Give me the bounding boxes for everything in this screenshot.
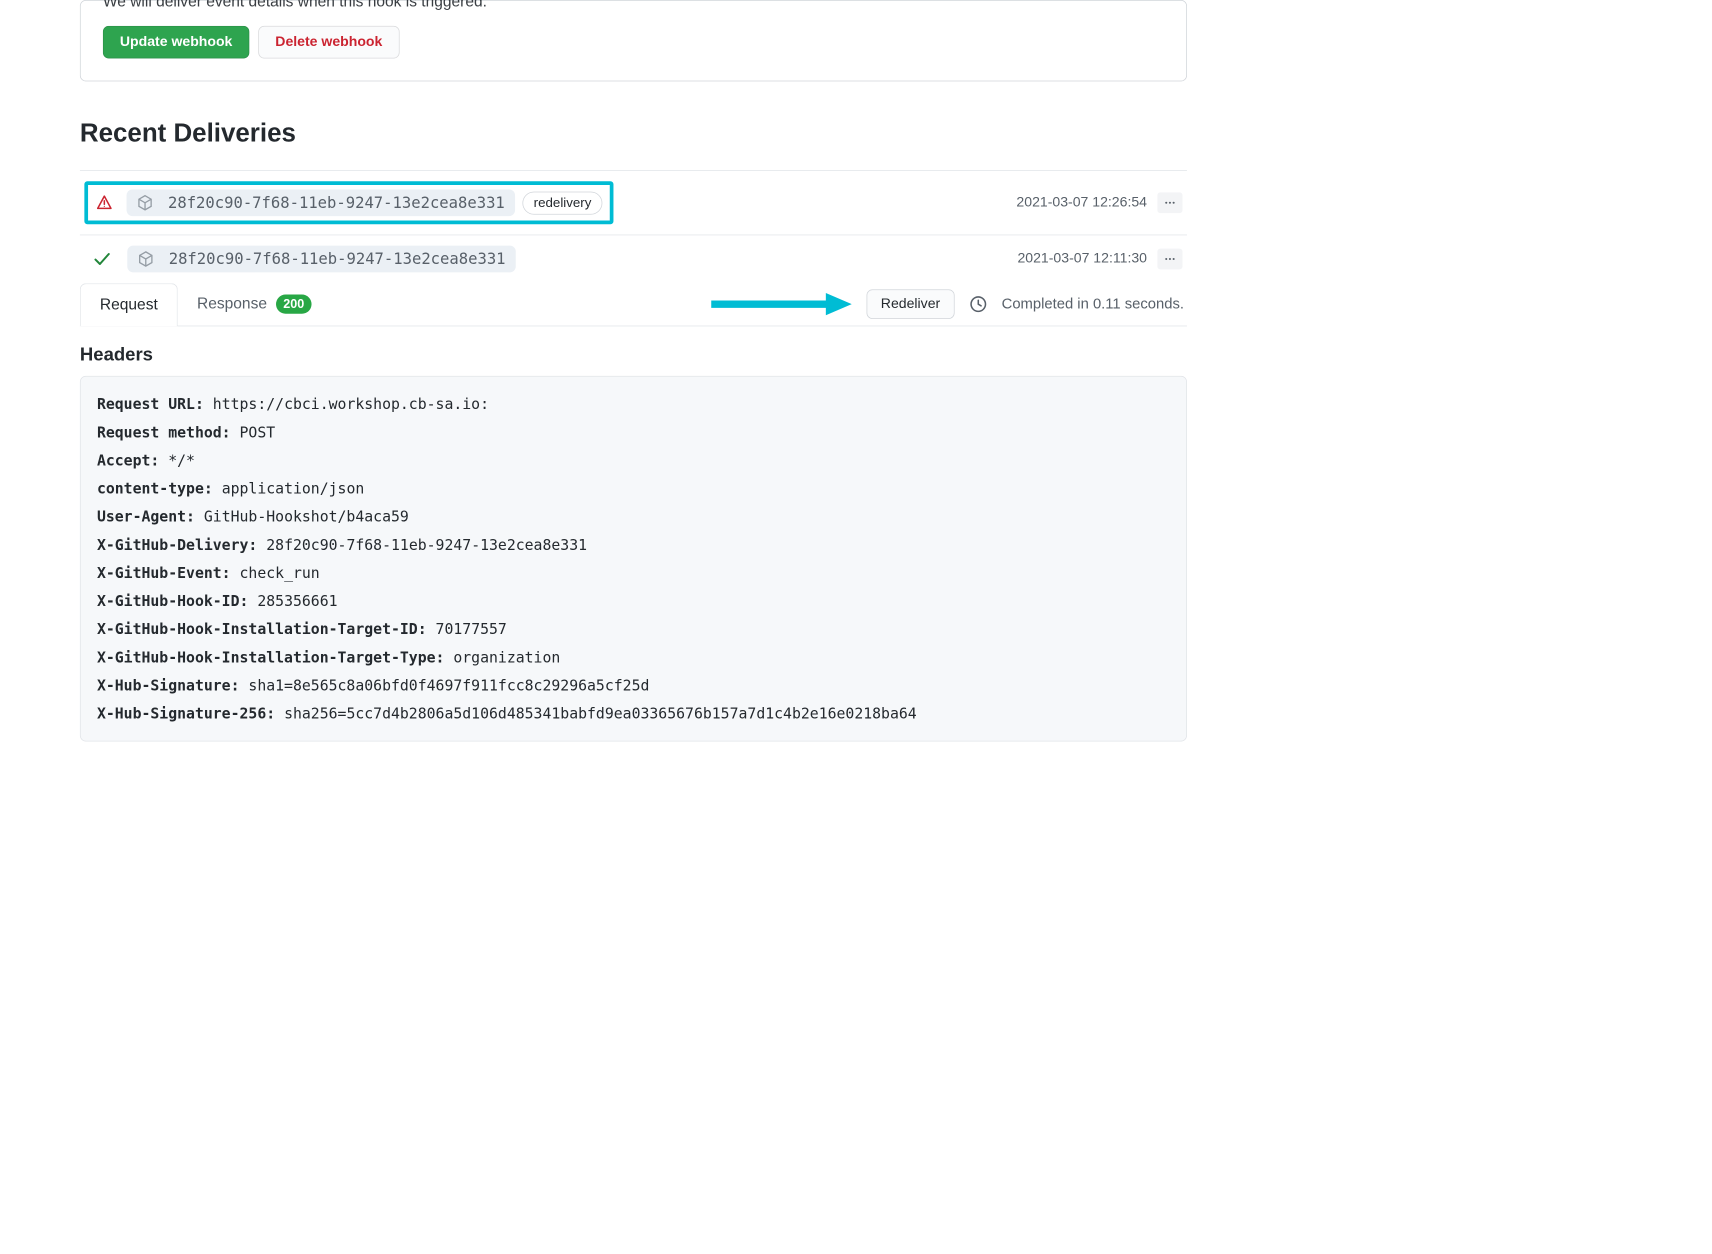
- delivery-menu-button[interactable]: [1157, 192, 1182, 213]
- response-status-pill: 200: [276, 295, 312, 314]
- header-key: content-type:: [97, 480, 213, 498]
- delivery-id-chip: 28f20c90-7f68-11eb-9247-13e2cea8e331: [127, 189, 516, 216]
- annotation-arrow-icon: [711, 292, 852, 317]
- request-headers-block: Request URL: https://cbci.workshop.cb-sa…: [80, 376, 1187, 742]
- header-key: Request method:: [97, 423, 231, 441]
- delivery-timestamp: 2021-03-07 12:11:30: [1017, 251, 1147, 267]
- alert-triangle-icon: [95, 195, 113, 211]
- headers-heading: Headers: [80, 344, 1187, 365]
- header-value: GitHub-Hookshot/b4aca59: [204, 508, 409, 526]
- header-value: POST: [240, 423, 276, 441]
- package-icon: [137, 195, 153, 211]
- package-icon: [138, 251, 154, 267]
- header-value: sha1=8e565c8a06bfd0f4697f911fcc8c29296a5…: [248, 676, 649, 694]
- clock-icon: [969, 295, 987, 313]
- delivery-row[interactable]: 28f20c90-7f68-11eb-9247-13e2cea8e331 202…: [80, 235, 1187, 282]
- header-value: */*: [168, 451, 195, 469]
- update-webhook-button[interactable]: Update webhook: [103, 26, 250, 59]
- header-key: User-Agent:: [97, 508, 195, 526]
- header-value: https://cbci.workshop.cb-sa.io:: [213, 395, 489, 413]
- check-icon: [93, 250, 111, 268]
- delivery-id: 28f20c90-7f68-11eb-9247-13e2cea8e331: [169, 250, 506, 268]
- header-value: check_run: [240, 564, 320, 582]
- delivery-id-chip: 28f20c90-7f68-11eb-9247-13e2cea8e331: [127, 246, 516, 273]
- delete-webhook-button[interactable]: Delete webhook: [258, 26, 399, 59]
- header-value: application/json: [222, 480, 365, 498]
- recent-deliveries-heading: Recent Deliveries: [80, 118, 1187, 148]
- header-value: sha256=5cc7d4b2806a5d106d485341babfd9ea0…: [284, 704, 917, 722]
- header-key: Request URL:: [97, 395, 204, 413]
- tab-response[interactable]: Response 200: [178, 283, 331, 326]
- header-key: X-GitHub-Delivery:: [97, 536, 257, 554]
- header-key: X-GitHub-Hook-Installation-Target-Type:: [97, 648, 445, 666]
- delivery-timestamp: 2021-03-07 12:26:54: [1016, 195, 1147, 211]
- header-value: organization: [453, 648, 560, 666]
- header-key: X-GitHub-Event:: [97, 564, 231, 582]
- webhook-settings-panel: We will deliver event details when this …: [80, 0, 1187, 81]
- redelivery-badge: redelivery: [523, 191, 603, 214]
- tab-request-label: Request: [100, 296, 158, 314]
- header-key: X-GitHub-Hook-Installation-Target-ID:: [97, 620, 427, 638]
- completed-duration: Completed in 0.11 seconds.: [1002, 296, 1184, 313]
- header-key: X-GitHub-Hook-ID:: [97, 592, 248, 610]
- webhook-action-row: Update webhook Delete webhook: [103, 26, 1164, 59]
- trigger-note: We will deliver event details when this …: [103, 0, 1164, 11]
- header-key: X-Hub-Signature-256:: [97, 704, 275, 722]
- redeliver-button[interactable]: Redeliver: [867, 289, 955, 319]
- delivery-id: 28f20c90-7f68-11eb-9247-13e2cea8e331: [168, 194, 505, 212]
- delivery-row[interactable]: 28f20c90-7f68-11eb-9247-13e2cea8e331 red…: [80, 170, 1187, 235]
- tab-response-label: Response: [197, 295, 267, 313]
- tab-request[interactable]: Request: [80, 283, 178, 326]
- header-value: 28f20c90-7f68-11eb-9247-13e2cea8e331: [266, 536, 587, 554]
- header-value: 70177557: [436, 620, 507, 638]
- delivery-menu-button[interactable]: [1157, 249, 1182, 270]
- delivery-detail-tabs: Request Response 200 Redeliver Completed…: [80, 283, 1187, 327]
- annotation-highlight: 28f20c90-7f68-11eb-9247-13e2cea8e331 red…: [84, 181, 613, 224]
- header-value: 285356661: [257, 592, 337, 610]
- header-key: X-Hub-Signature:: [97, 676, 240, 694]
- header-key: Accept:: [97, 451, 159, 469]
